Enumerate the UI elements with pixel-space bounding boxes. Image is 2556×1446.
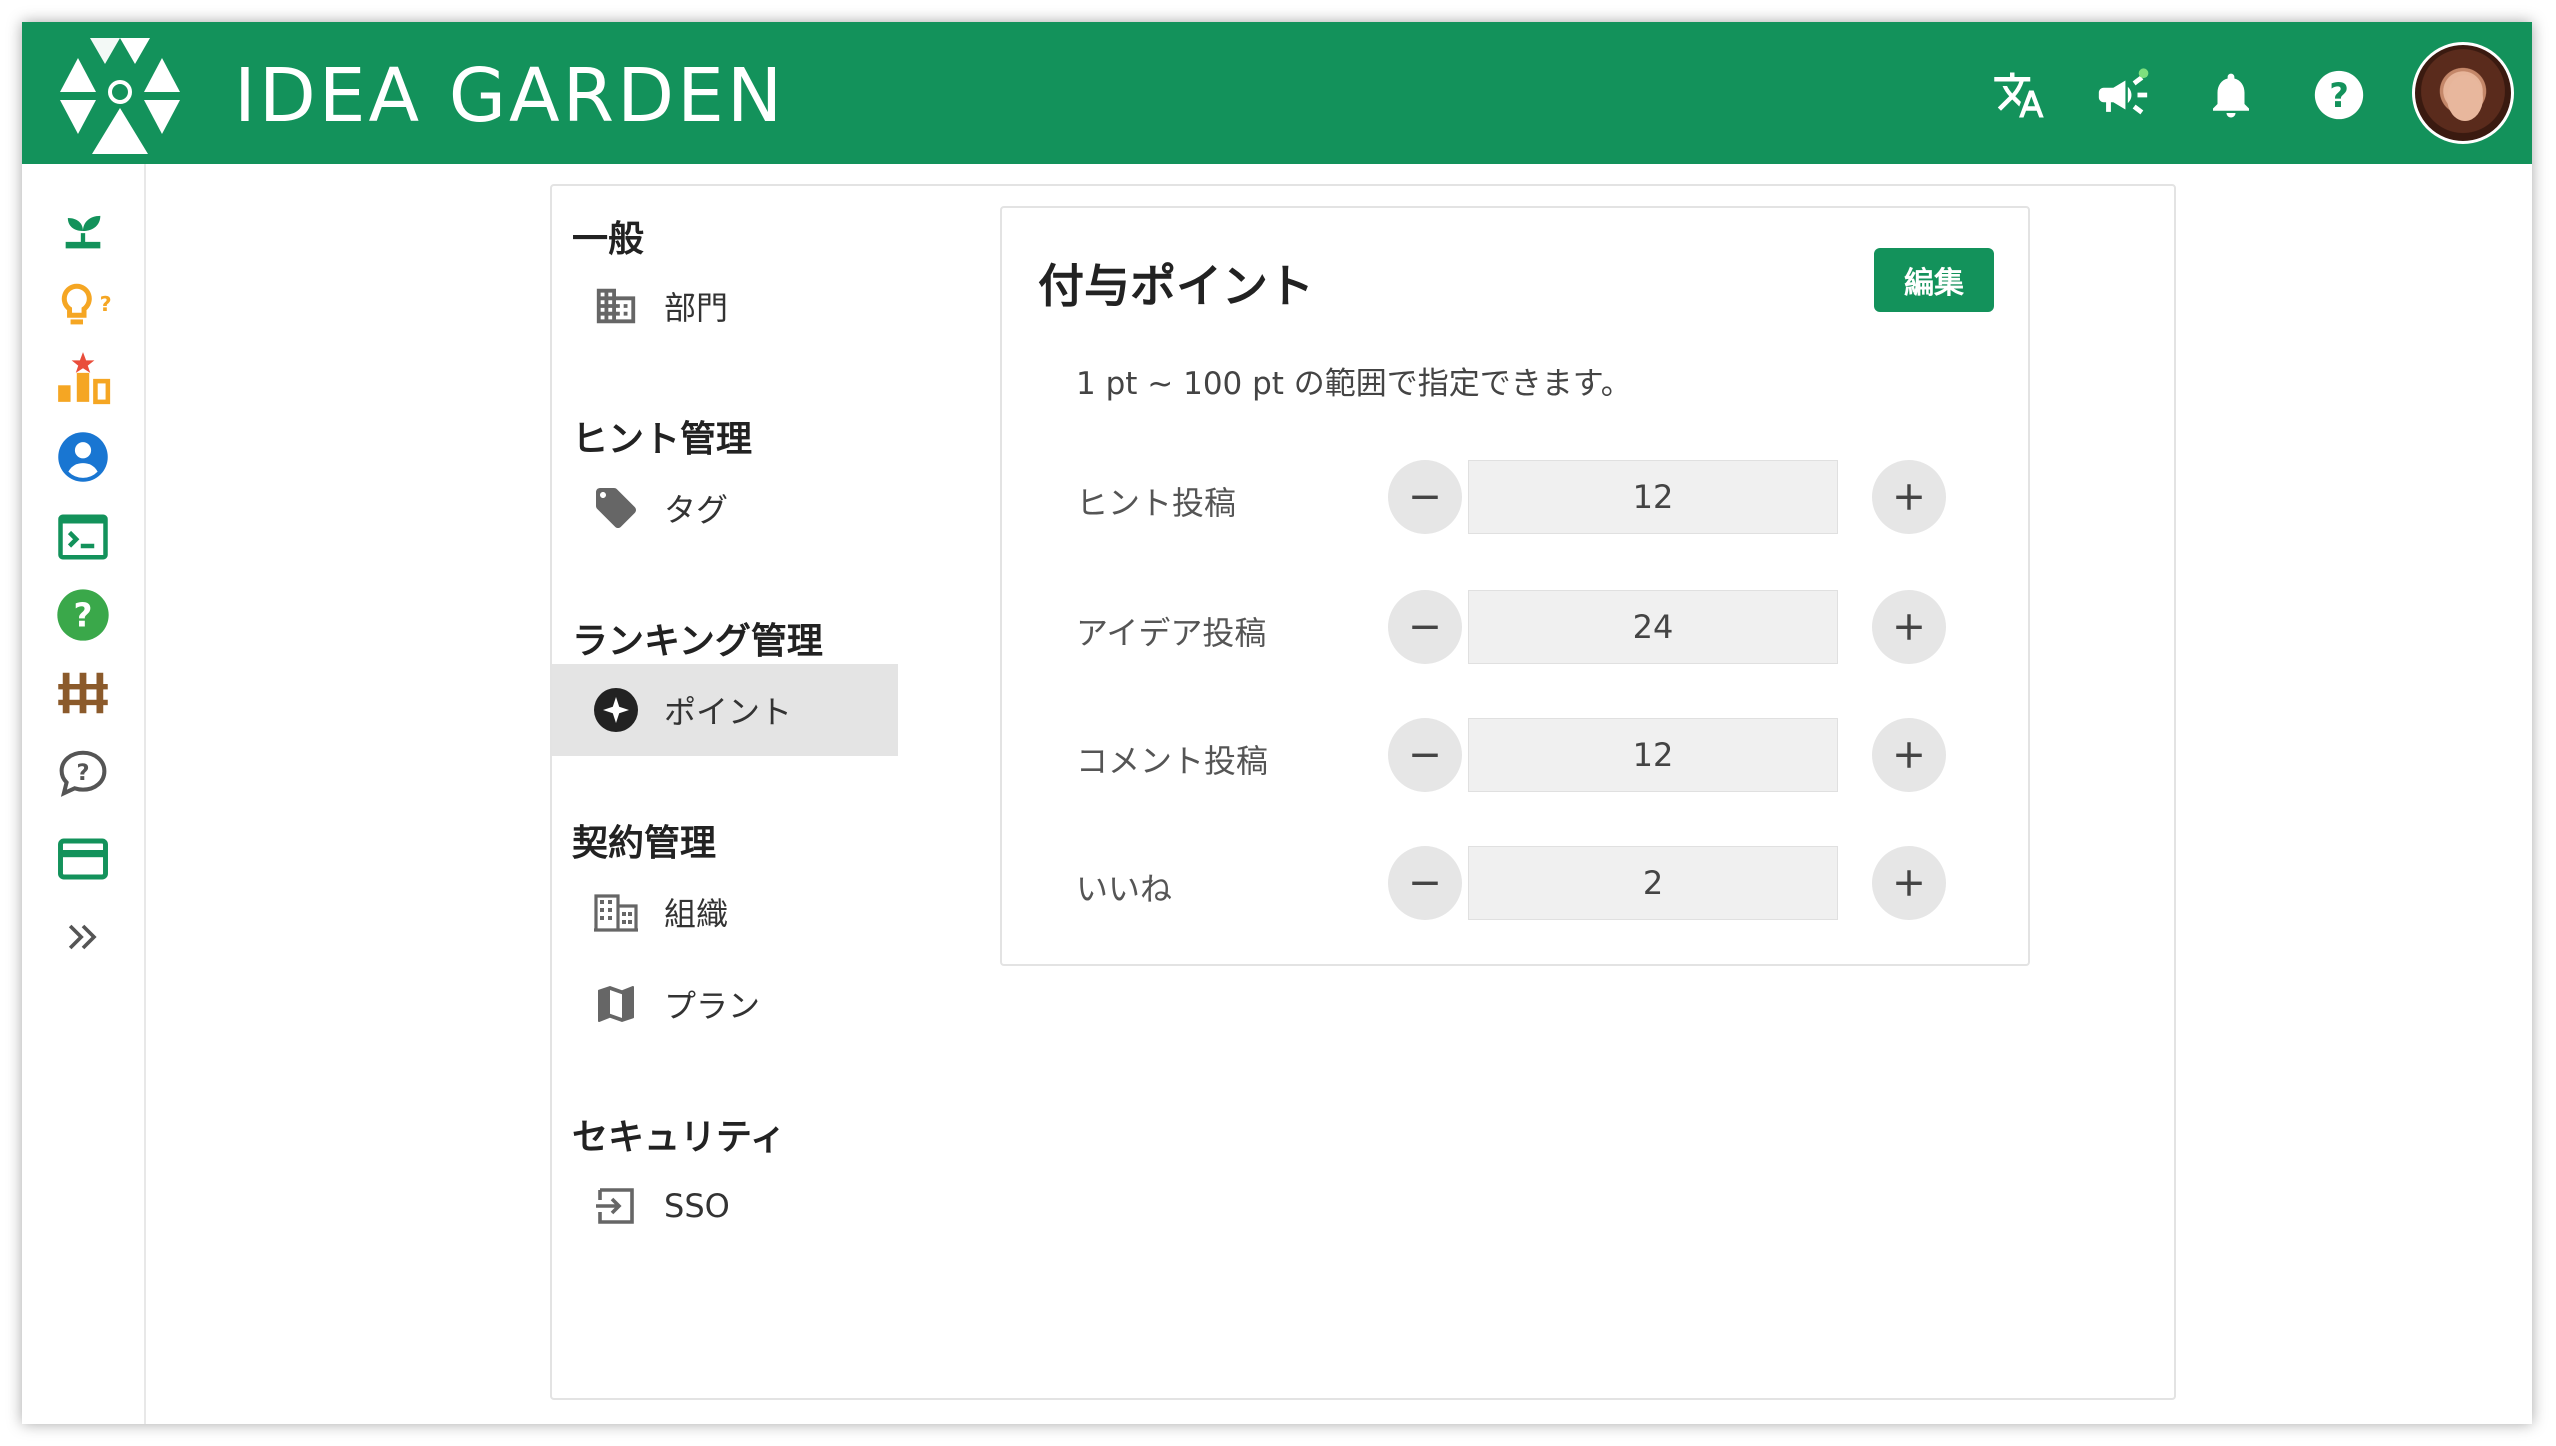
menu-item-plan[interactable]: プラン bbox=[552, 958, 898, 1050]
points-input[interactable] bbox=[1468, 846, 1838, 920]
brand-title: IDEA GARDEN bbox=[234, 53, 786, 139]
terminal-icon[interactable] bbox=[52, 506, 114, 568]
svg-text:?: ? bbox=[2329, 76, 2349, 115]
plus-icon bbox=[1896, 742, 1922, 768]
points-input[interactable] bbox=[1468, 590, 1838, 664]
tag-icon bbox=[590, 482, 642, 534]
row-label: ヒント投稿 bbox=[1076, 484, 1237, 522]
points-row-like: いいね bbox=[1002, 844, 2028, 924]
increment-button[interactable] bbox=[1872, 460, 1946, 534]
row-label: コメント投稿 bbox=[1076, 742, 1269, 780]
menu-item-label: タグ bbox=[664, 491, 729, 529]
plus-icon bbox=[1896, 484, 1922, 510]
increment-button[interactable] bbox=[1872, 590, 1946, 664]
login-icon bbox=[590, 1180, 642, 1232]
sprout-icon[interactable] bbox=[52, 200, 114, 262]
help-circle-icon[interactable]: ? bbox=[52, 584, 114, 646]
svg-text:?: ? bbox=[100, 292, 112, 316]
decrement-button[interactable] bbox=[1388, 846, 1462, 920]
increment-button[interactable] bbox=[1872, 718, 1946, 792]
decrement-button[interactable] bbox=[1388, 718, 1462, 792]
office-icon bbox=[590, 886, 642, 938]
menu-item-label: 組織 bbox=[664, 895, 729, 933]
menu-item-label: SSO bbox=[664, 1187, 730, 1225]
section-title-security: セキュリティ bbox=[572, 1117, 786, 1158]
menu-item-sso[interactable]: SSO bbox=[552, 1160, 898, 1252]
logo-icon bbox=[60, 38, 180, 154]
menu-item-label: プラン bbox=[664, 987, 761, 1025]
announcement-icon[interactable] bbox=[2092, 64, 2154, 126]
translate-icon[interactable] bbox=[1988, 64, 2050, 126]
section-title-hint-management: ヒント管理 bbox=[572, 419, 753, 460]
account-icon[interactable] bbox=[52, 426, 114, 488]
app-window: IDEA GARDEN ? ? ? ? 一般 部門 ヒント管理 タグ ランキング… bbox=[22, 22, 2532, 1424]
menu-item-label: ポイント bbox=[664, 693, 793, 731]
menu-item-point[interactable]: ポイント bbox=[552, 664, 898, 756]
building-icon bbox=[590, 280, 642, 332]
card-icon[interactable] bbox=[52, 828, 114, 890]
section-title-contract-management: 契約管理 bbox=[572, 823, 717, 864]
fence-icon[interactable] bbox=[52, 662, 114, 724]
minus-icon bbox=[1412, 495, 1438, 499]
row-label: いいね bbox=[1076, 870, 1173, 908]
decrement-button[interactable] bbox=[1388, 590, 1462, 664]
left-nav: ? ? ? bbox=[22, 164, 146, 1424]
points-card: 付与ポイント 編集 1 pt ~ 100 pt の範囲で指定できます。 ヒント投… bbox=[1000, 206, 2030, 966]
points-input[interactable] bbox=[1468, 460, 1838, 534]
section-title-ranking-management: ランキング管理 bbox=[572, 621, 823, 662]
svg-text:?: ? bbox=[76, 760, 89, 786]
menu-item-tag[interactable]: タグ bbox=[552, 462, 898, 554]
svg-text:?: ? bbox=[74, 597, 93, 635]
help-icon[interactable]: ? bbox=[2308, 64, 2370, 126]
expand-icon[interactable] bbox=[52, 906, 114, 968]
points-row-hint-post: ヒント投稿 bbox=[1002, 458, 2028, 538]
plus-icon bbox=[1896, 614, 1922, 640]
bell-icon[interactable] bbox=[2200, 64, 2262, 126]
point-icon bbox=[590, 684, 642, 736]
avatar[interactable] bbox=[2412, 42, 2514, 144]
edit-button[interactable]: 編集 bbox=[1874, 248, 1994, 312]
ranking-icon[interactable] bbox=[52, 346, 114, 408]
increment-button[interactable] bbox=[1872, 846, 1946, 920]
menu-item-organization[interactable]: 組織 bbox=[552, 866, 898, 958]
range-hint: 1 pt ~ 100 pt の範囲で指定できます。 bbox=[1076, 366, 1632, 402]
row-label: アイデア投稿 bbox=[1076, 614, 1267, 652]
settings-panel: 一般 部門 ヒント管理 タグ ランキング管理 ポイント 契約管理 組織 プラン … bbox=[550, 184, 2176, 1400]
map-icon bbox=[590, 978, 642, 1030]
points-row-idea-post: アイデア投稿 bbox=[1002, 588, 2028, 668]
top-bar: IDEA GARDEN ? bbox=[22, 22, 2532, 164]
chat-question-icon[interactable]: ? bbox=[52, 742, 114, 804]
lightbulb-question-icon[interactable]: ? bbox=[52, 276, 114, 338]
minus-icon bbox=[1412, 625, 1438, 629]
menu-item-label: 部門 bbox=[664, 289, 729, 327]
section-title-general: 一般 bbox=[572, 219, 645, 260]
plus-icon bbox=[1896, 870, 1922, 896]
minus-icon bbox=[1412, 753, 1438, 757]
points-row-comment-post: コメント投稿 bbox=[1002, 716, 2028, 796]
decrement-button[interactable] bbox=[1388, 460, 1462, 534]
card-title: 付与ポイント bbox=[1038, 259, 1314, 313]
minus-icon bbox=[1412, 881, 1438, 885]
points-input[interactable] bbox=[1468, 718, 1838, 792]
menu-item-department[interactable]: 部門 bbox=[552, 260, 898, 352]
